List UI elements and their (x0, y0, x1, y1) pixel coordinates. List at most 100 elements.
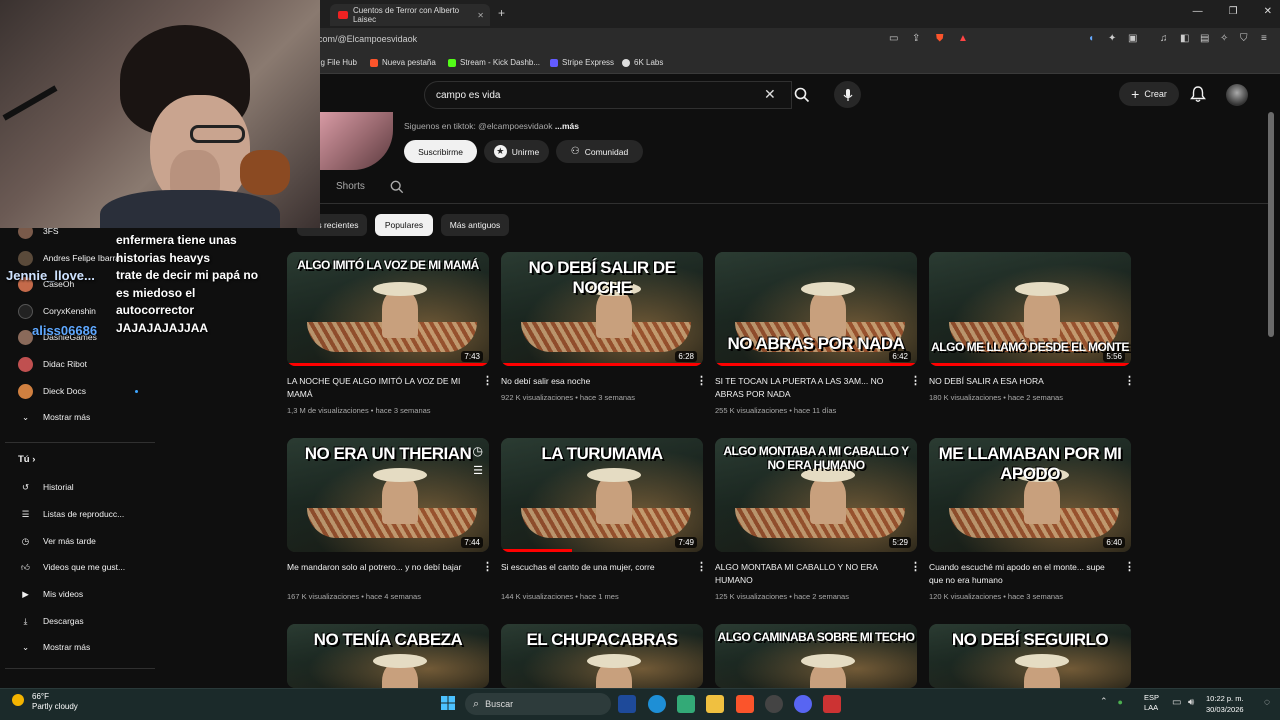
sidebar-item-watch-later[interactable]: ◷ Ver más tarde (18, 530, 158, 552)
video-title[interactable]: SI TE TOCAN LA PUERTA A LAS 3AM... NO AB… (715, 375, 895, 401)
wallet-icon[interactable]: ▤ (1200, 33, 1209, 44)
show-more-you[interactable]: ⌄ Mostrar más (18, 636, 158, 658)
join-button[interactable]: ★ Unirme (484, 140, 549, 163)
video-title[interactable]: ALGO MONTABA MI CABALLO Y NO ERA HUMANO (715, 561, 895, 587)
video-thumbnail[interactable]: ALGO CAMINABA SOBRE MI TECHO (715, 624, 917, 688)
channel-description[interactable]: Siguenos en tiktok: @elcampoesvidaok ...… (404, 121, 579, 131)
video-title[interactable]: NO DEBÍ SALIR A ESA HORA (929, 375, 1109, 388)
sidebar-item-my-videos[interactable]: ▶ Mis videos (18, 583, 158, 605)
audio-icon[interactable]: ◖ (1088, 33, 1094, 44)
video-thumbnail[interactable]: ALGO MONTABA A MI CABALLO Y NO ERA HUMAN… (715, 438, 917, 552)
obs-icon[interactable] (765, 695, 783, 713)
volume-icon[interactable]: 🔊︎ (1188, 697, 1194, 708)
close-window-icon[interactable]: ✕ (1264, 6, 1272, 17)
add-to-queue-icon[interactable]: ☰ (473, 464, 483, 477)
more-options-icon[interactable]: ⋮ (482, 374, 493, 387)
edge-icon[interactable] (648, 695, 666, 713)
video-thumbnail[interactable]: ME LLAMABAN POR MI APODO 6:40 (929, 438, 1131, 552)
bookmark[interactable]: Stripe Express (550, 58, 614, 67)
weather-widget[interactable]: 66°F Partly cloudy (12, 692, 78, 712)
minimize-icon[interactable]: — (1193, 6, 1203, 17)
tab-shorts[interactable]: Shorts (336, 181, 365, 192)
chevron-up-icon[interactable]: ⌃ (1100, 696, 1108, 707)
sidebar-subscription[interactable]: Didac Ribot (18, 353, 158, 375)
video-thumbnail[interactable]: NO DEBÍ SALIR DE NOCHE 6:28 (501, 252, 703, 366)
search-input[interactable]: campo es vida (424, 81, 792, 109)
network-icon[interactable]: ▭ (1172, 697, 1181, 708)
notifications-button[interactable] (1190, 86, 1206, 108)
windows-start-icon[interactable] (440, 695, 458, 713)
app-icon[interactable] (823, 695, 841, 713)
community-button[interactable]: ⚇ Comunidad (556, 140, 643, 163)
video-thumbnail[interactable]: NO ERA UN THERIAN 7:44 ◷ ☰ (287, 438, 489, 552)
video-thumbnail[interactable]: NO DEBÍ SEGUIRLO (929, 624, 1131, 688)
video-thumbnail[interactable]: EL CHUPACABRAS (501, 624, 703, 688)
voice-search-button[interactable] (834, 81, 861, 108)
notification-center-icon[interactable]: ◌ (1264, 697, 1270, 708)
more-options-icon[interactable]: ⋮ (696, 374, 707, 387)
brave-shield-icon[interactable]: ⛊ (936, 33, 944, 44)
search-button[interactable] (786, 81, 818, 109)
clock[interactable]: 10:22 p. m. 30/03/2026 (1206, 693, 1244, 715)
more-options-icon[interactable]: ⋮ (910, 374, 921, 387)
url-field[interactable]: com/@Elcampoesvidaok (318, 34, 417, 44)
bookmark[interactable]: ng File Hub (316, 58, 357, 67)
app-icon[interactable] (618, 695, 636, 713)
taskbar-search[interactable]: ⌕ Buscar (465, 693, 611, 715)
watch-later-icon[interactable]: ◷ (473, 444, 483, 458)
brave-rewards-icon[interactable]: ▲ (958, 33, 968, 44)
more-options-icon[interactable]: ⋮ (1124, 374, 1135, 387)
share-icon[interactable]: ⇪ (912, 33, 920, 44)
store-icon[interactable] (677, 695, 695, 713)
more-options-icon[interactable]: ⋮ (482, 560, 493, 573)
more-options-icon[interactable]: ⋮ (1124, 560, 1135, 573)
video-title[interactable]: LA NOCHE QUE ALGO IMITÓ LA VOZ DE MI MAM… (287, 375, 467, 401)
sidebar-subscription[interactable]: Dieck Docs (18, 380, 158, 402)
new-tab-icon[interactable]: + (498, 6, 505, 20)
close-tab-icon[interactable]: ✕ (477, 11, 484, 20)
more-options-icon[interactable]: ⋮ (910, 560, 921, 573)
video-title[interactable]: Me mandaron solo al potrero... y no debí… (287, 561, 467, 574)
menu-icon[interactable]: ≡ (1261, 33, 1267, 44)
video-thumbnail[interactable]: ALGO ME LLAMÓ DESDE EL MONTE 5:56 (929, 252, 1131, 366)
brave-icon[interactable] (736, 695, 754, 713)
vpn-icon[interactable]: ⛉ (1240, 33, 1248, 44)
mic-tray-icon[interactable]: ● (1118, 697, 1123, 707)
bookmark[interactable]: 6K Labs (622, 58, 663, 67)
video-title[interactable]: Si escuchas el canto de una mujer, corre (501, 561, 681, 574)
file-explorer-icon[interactable] (706, 695, 724, 713)
sidebar-item-playlists[interactable]: ☰ Listas de reproducc... (18, 503, 158, 525)
sidebar-toggle-icon[interactable]: ◧ (1180, 33, 1189, 44)
subscribe-button[interactable]: Suscribirme (404, 140, 477, 163)
leo-icon[interactable]: ✧ (1220, 33, 1228, 44)
bookmark[interactable]: Nueva pestaña (370, 58, 436, 67)
video-thumbnail[interactable]: LA TURUMAMA 7:49 (501, 438, 703, 552)
chip-oldest[interactable]: Más antiguos (441, 214, 509, 236)
sidebar-item-liked[interactable]: 👍︎ Videos que me gust... (18, 556, 158, 578)
screen-icon[interactable]: ▭ (889, 33, 898, 44)
browser-tab[interactable]: Cuentos de Terror con Alberto Laisec ✕ (330, 4, 490, 26)
video-title[interactable]: No debí salir esa noche (501, 375, 681, 388)
extensions-icon[interactable]: ✦ (1108, 33, 1116, 44)
account-avatar[interactable] (1226, 84, 1248, 106)
video-title[interactable]: Cuando escuché mi apodo en el monte... s… (929, 561, 1109, 587)
more-options-icon[interactable]: ⋮ (696, 560, 707, 573)
video-thumbnail[interactable]: NO ABRAS POR NADA 6:42 (715, 252, 917, 366)
show-more-subscriptions[interactable]: ⌄ Mostrar más (18, 406, 158, 428)
language-indicator[interactable]: ESP LAA (1144, 693, 1159, 713)
discord-icon[interactable] (794, 695, 812, 713)
channel-search-button[interactable] (390, 180, 404, 199)
camera-icon[interactable]: ▣ (1128, 33, 1137, 44)
chip-popular[interactable]: Populares (375, 214, 433, 236)
clear-search-icon[interactable]: ✕ (764, 86, 776, 103)
video-thumbnail[interactable]: ALGO IMITÓ LA VOZ DE MI MAMÁ 7:43 (287, 252, 489, 366)
video-thumbnail[interactable]: NO TENÍA CABEZA (287, 624, 489, 688)
page-scrollbar[interactable] (1268, 112, 1274, 337)
sidebar-you-heading[interactable]: Tú › (18, 454, 35, 465)
sidebar-item-history[interactable]: ↺ Historial (18, 476, 158, 498)
bookmark[interactable]: Stream - Kick Dashb... (448, 58, 540, 67)
maximize-icon[interactable]: ❐ (1229, 6, 1238, 17)
sidebar-item-downloads[interactable]: ⤓ Descargas (18, 610, 158, 632)
music-icon[interactable]: ♫ (1160, 33, 1168, 44)
create-button[interactable]: + Crear (1119, 82, 1179, 106)
